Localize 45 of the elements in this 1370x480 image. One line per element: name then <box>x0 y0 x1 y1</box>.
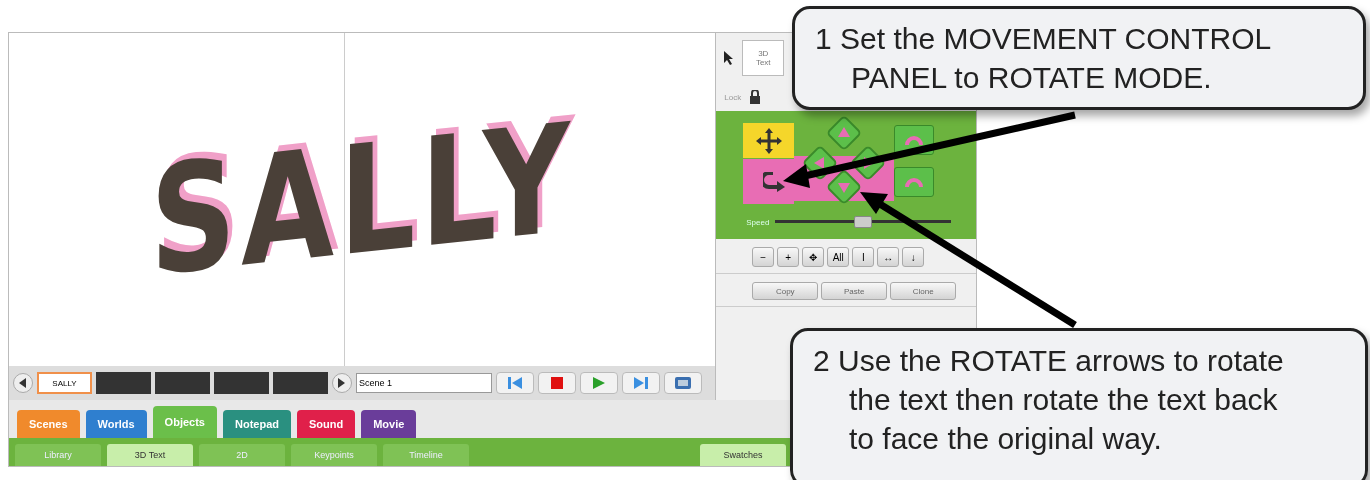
screen-icon <box>675 377 691 389</box>
rotate-mode-button[interactable] <box>743 159 795 204</box>
play-button[interactable] <box>580 372 618 394</box>
tab[interactable]: Sound <box>296 410 356 438</box>
subtab[interactable]: 3D Text <box>107 444 193 466</box>
lock-icon[interactable] <box>749 90 762 104</box>
stop-button[interactable] <box>538 372 576 394</box>
stop-icon <box>551 377 563 389</box>
move-mode-button[interactable] <box>743 123 795 158</box>
skip-back-icon <box>508 377 522 389</box>
left-triangle-icon <box>19 378 27 388</box>
instruction-callout: 2 Use the ROTATE arrows to rotate the text then rotate the text back to face the original way. <box>790 328 1368 480</box>
object-thumbnail[interactable]: 3D Text <box>742 40 785 76</box>
tool-button[interactable]: ✥ <box>802 247 825 267</box>
tab[interactable]: Movie <box>361 410 417 438</box>
tool-button[interactable]: I <box>852 247 875 267</box>
edit-button[interactable]: Paste <box>821 282 888 300</box>
tab[interactable]: Notepad <box>222 410 291 438</box>
tool-button[interactable]: ↓ <box>902 247 925 267</box>
next-button[interactable] <box>332 373 352 393</box>
3d-text-model: SALLY <box>149 90 575 309</box>
slider-thumb[interactable] <box>854 216 873 228</box>
screen-button[interactable] <box>664 372 702 394</box>
edit-button[interactable]: Clone <box>890 282 957 300</box>
tab[interactable]: Scenes <box>17 410 80 438</box>
tab[interactable]: Worlds <box>85 410 147 438</box>
speed-label: Speed <box>746 217 770 227</box>
skip-back-button[interactable] <box>496 372 534 394</box>
instruction-callout: 1 Set the MOVEMENT CONTROL PANEL to ROTATE MODE. <box>792 6 1366 110</box>
swatches-tab[interactable]: Swatches <box>700 444 786 466</box>
tool-button[interactable]: All <box>827 247 850 267</box>
play-icon <box>593 377 605 389</box>
lock-label: Lock <box>724 92 742 102</box>
skip-forward-icon <box>634 377 648 389</box>
pointer-icon[interactable] <box>724 51 735 65</box>
edit-button[interactable]: Copy <box>752 282 819 300</box>
tool-button[interactable]: − <box>752 247 775 267</box>
previous-button[interactable] <box>13 373 33 393</box>
right-triangle-icon <box>338 378 346 388</box>
skip-forward-button[interactable] <box>622 372 660 394</box>
tool-button[interactable]: + <box>777 247 800 267</box>
tool-button[interactable]: ↔ <box>877 247 900 267</box>
scene-name-field[interactable]: Scene 1 <box>356 373 492 393</box>
move-arrows-icon <box>755 127 782 154</box>
scene-slot[interactable]: SALLY <box>37 372 92 394</box>
